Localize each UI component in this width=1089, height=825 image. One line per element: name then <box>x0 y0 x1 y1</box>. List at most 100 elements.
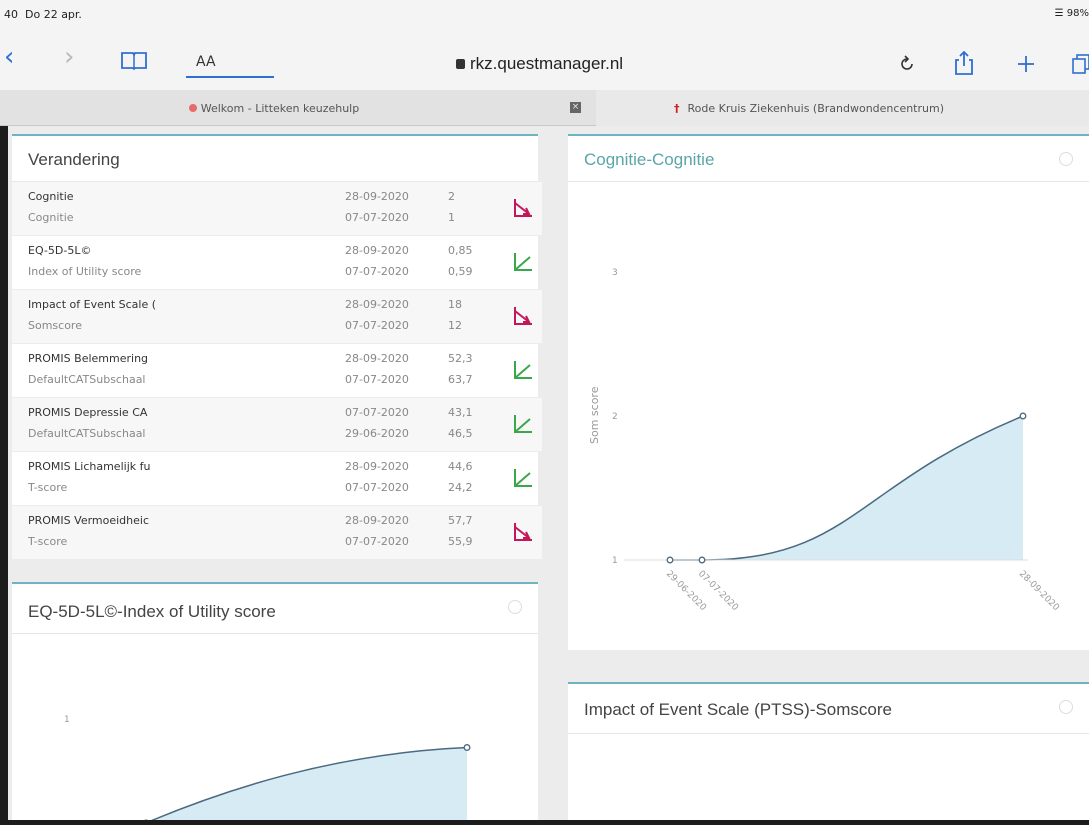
address-underline <box>186 76 274 78</box>
row-value-latest: 2 <box>448 190 455 203</box>
row-value-latest: 57,7 <box>448 514 473 527</box>
y-tick-label: 3 <box>612 268 618 278</box>
verandering-row[interactable]: PROMIS Vermoeidheic T-score 28-09-2020 07-0… <box>12 506 542 560</box>
tab-bar: Welkom - Litteken keuzehulp × † Rode Krui… <box>0 90 1089 126</box>
row-date-previous: 29-06-2020 <box>345 427 409 440</box>
row-value-previous: 24,2 <box>448 481 473 494</box>
rkz-logo-icon: † <box>674 102 680 115</box>
eq5d-chart-panel: EQ-5D-5L©-Index of Utility score 1 <box>12 582 538 820</box>
verandering-title: Verandering <box>12 136 538 182</box>
row-date-previous: 07-07-2020 <box>345 265 409 278</box>
ies-chart-panel: Impact of Event Scale (PTSS)-Somscore <box>568 682 1089 820</box>
row-value-latest: 52,3 <box>448 352 473 365</box>
address-bar[interactable]: rkz.questmanager.nl <box>456 54 623 74</box>
tabs-icon[interactable] <box>1072 53 1089 75</box>
book-icon[interactable] <box>120 50 148 70</box>
data-point[interactable] <box>698 556 706 564</box>
row-date-latest: 28-09-2020 <box>345 298 409 311</box>
verandering-row[interactable]: PROMIS Belemmering DefaultCATSubschaal 28-… <box>12 344 542 398</box>
trend-down-icon <box>514 523 532 541</box>
y-tick-label: 2 <box>612 412 618 422</box>
verandering-row[interactable]: Impact of Event Scale ( Somscore 28-09-202… <box>12 290 542 344</box>
browser-toolbar: ‹ › AA rkz.questmanager.nl <box>0 28 1089 90</box>
chart-area <box>152 747 467 820</box>
row-value-previous: 46,5 <box>448 427 473 440</box>
row-value-previous: 12 <box>448 319 462 332</box>
x-tick-label: 28-09-2020 <box>1017 569 1061 613</box>
screen-edge <box>0 820 1089 825</box>
y-axis-label: Som score <box>588 386 601 444</box>
row-subscale: Index of Utility score <box>28 265 142 278</box>
status-bar: 40 Do 22 apr. ☰ 98% <box>0 0 1089 28</box>
row-name: Cognitie <box>28 190 74 203</box>
cognitie-chart: 123Som score29-06-202007-07-2020 28-09-20… <box>588 268 1061 613</box>
data-point[interactable] <box>1019 412 1027 420</box>
tab-rode-kruis[interactable]: † Rode Kruis Ziekenhuis (Brandwondencentr… <box>596 90 1089 126</box>
row-subscale: DefaultCATSubschaal <box>28 427 146 440</box>
plus-icon[interactable] <box>1016 54 1036 74</box>
row-date-latest: 28-09-2020 <box>345 460 409 473</box>
status-time: 40 Do 22 apr. <box>4 8 82 21</box>
row-date-previous: 07-07-2020 <box>345 211 409 224</box>
trend-down-icon <box>514 307 532 325</box>
row-value-latest: 44,6 <box>448 460 473 473</box>
trend-up-icon <box>514 253 532 271</box>
row-date-latest: 28-09-2020 <box>345 244 409 257</box>
trend-up-icon <box>514 469 532 487</box>
chart-area <box>670 416 1023 560</box>
row-date-previous: 07-07-2020 <box>345 373 409 386</box>
row-value-previous: 55,9 <box>448 535 473 548</box>
row-value-latest: 18 <box>448 298 462 311</box>
verandering-row[interactable]: PROMIS Lichamelijk fu T-score 28-09-2020 07… <box>12 452 542 506</box>
lock-icon <box>456 59 465 69</box>
row-subscale: T-score <box>28 481 68 494</box>
row-value-previous: 1 <box>448 211 455 224</box>
cognitie-chart-panel: Cognitie-Cognitie 1 2 3 Som score 29-06-2020… <box>568 134 1089 650</box>
favicon-icon <box>188 104 197 112</box>
row-subscale: T-score <box>28 535 68 548</box>
trend-up-icon <box>514 361 532 379</box>
row-date-latest: 28-09-2020 <box>345 514 409 527</box>
row-name: PROMIS Belemmering <box>28 352 149 365</box>
reload-icon[interactable] <box>898 55 916 73</box>
row-name: PROMIS Vermoeidheic <box>28 514 150 527</box>
row-subscale: DefaultCATSubschaal <box>28 373 146 386</box>
row-name: Impact of Event Scale ( <box>28 298 157 311</box>
y-tick-label: 1 <box>612 556 618 566</box>
tab-welkom[interactable]: Welkom - Litteken keuzehulp <box>0 90 548 126</box>
page-content: Verandering Cognitie Cognitie 28-09-2020 07… <box>8 126 1089 820</box>
close-tab-icon[interactable]: × <box>570 102 581 113</box>
cognitie-chart-title: Cognitie-Cognitie <box>568 136 1089 182</box>
row-name: PROMIS Depressie CA <box>28 406 148 419</box>
chart-options-icon[interactable] <box>508 600 522 614</box>
row-name: EQ-5D-5L© <box>28 244 92 257</box>
chart-options-icon[interactable] <box>1059 152 1073 166</box>
chart-options-icon[interactable] <box>1059 700 1073 714</box>
trend-up-icon <box>514 415 532 433</box>
data-point[interactable] <box>666 556 674 564</box>
row-value-latest: 43,1 <box>448 406 473 419</box>
eq5d-chart-title: EQ-5D-5L©-Index of Utility score <box>12 584 538 634</box>
verandering-table: Cognitie Cognitie 28-09-2020 07-07-2020 2 1 EQ… <box>12 182 542 560</box>
chevron-left-icon[interactable]: ‹ <box>4 42 14 72</box>
share-icon[interactable] <box>954 50 974 76</box>
wifi-icon: ☰ <box>1054 8 1064 19</box>
row-date-latest: 07-07-2020 <box>345 406 409 419</box>
verandering-row[interactable]: Cognitie Cognitie 28-09-2020 07-07-2020 2 1 <box>12 182 542 236</box>
ies-chart-title: Impact of Event Scale (PTSS)-Somscore <box>568 684 1089 734</box>
battery-indicator: ☰ 98% <box>1054 8 1089 19</box>
row-subscale: Somscore <box>28 319 82 332</box>
row-date-previous: 07-07-2020 <box>345 535 409 548</box>
row-subscale: Cognitie <box>28 211 74 224</box>
row-value-previous: 0,59 <box>448 265 473 278</box>
data-point[interactable] <box>463 744 471 751</box>
verandering-row[interactable]: PROMIS Depressie CA DefaultCATSubschaal 07… <box>12 398 542 452</box>
verandering-row[interactable]: EQ-5D-5L© Index of Utility score 28-09-202… <box>12 236 542 290</box>
y-tick-label: 1 <box>64 715 70 725</box>
row-date-previous: 07-07-2020 <box>345 319 409 332</box>
text-size-button[interactable]: AA <box>196 54 216 70</box>
verandering-panel: Verandering Cognitie Cognitie 28-09-2020 07… <box>12 134 542 560</box>
chevron-right-icon[interactable]: › <box>64 42 74 72</box>
row-date-latest: 28-09-2020 <box>345 352 409 365</box>
row-name: PROMIS Lichamelijk fu <box>28 460 151 473</box>
